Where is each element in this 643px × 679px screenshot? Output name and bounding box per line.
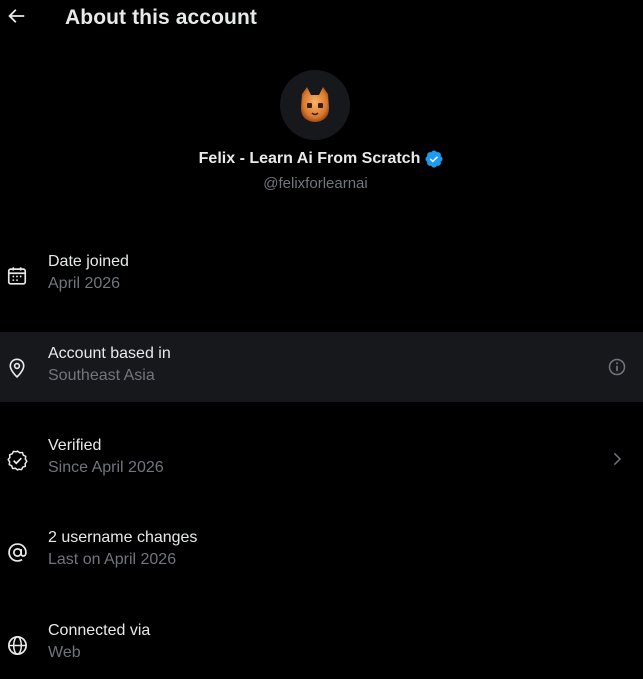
page-title: About this account: [65, 6, 257, 29]
profile-name-row: Felix - Learn Ai From Scratch: [0, 149, 643, 169]
detail-label: Connected via: [48, 622, 151, 639]
detail-value: Since April 2026: [48, 459, 164, 476]
detail-label: Account based in: [48, 345, 171, 362]
location-pin-icon: [5, 356, 29, 380]
detail-row-verified[interactable]: Verified Since April 2026: [0, 424, 643, 494]
cat-avatar: [301, 87, 329, 122]
verified-badge-icon: [424, 149, 444, 169]
calendar-icon: [5, 264, 29, 288]
detail-row-account-based-in[interactable]: Account based in Southeast Asia: [0, 332, 643, 402]
verified-outline-icon: [5, 448, 29, 472]
info-icon[interactable]: [606, 356, 628, 378]
display-name: Felix - Learn Ai From Scratch: [198, 150, 421, 167]
chevron-right-icon[interactable]: [606, 448, 628, 470]
at-sign-icon: [5, 540, 29, 564]
detail-row-username-changes: 2 username changes Last on April 2026: [0, 516, 643, 586]
globe-icon: [5, 633, 29, 657]
detail-label: Date joined: [48, 253, 129, 270]
about-account-page: About this account Felix - Learn Ai From…: [0, 0, 643, 679]
detail-value: Southeast Asia: [48, 367, 155, 384]
detail-row-connected-via: Connected via Web: [0, 609, 643, 679]
detail-label: 2 username changes: [48, 529, 198, 546]
arrow-left-icon: [5, 5, 27, 32]
avatar[interactable]: [280, 70, 350, 140]
detail-value: Web: [48, 644, 81, 661]
profile-handle: @felixforlearnai: [263, 175, 368, 192]
detail-label: Verified: [48, 437, 102, 454]
detail-value: April 2026: [48, 275, 121, 292]
header: About this account: [0, 0, 643, 38]
detail-value: Last on April 2026: [48, 551, 177, 568]
back-button[interactable]: [4, 6, 28, 30]
detail-row-date-joined: Date joined April 2026: [0, 240, 643, 310]
